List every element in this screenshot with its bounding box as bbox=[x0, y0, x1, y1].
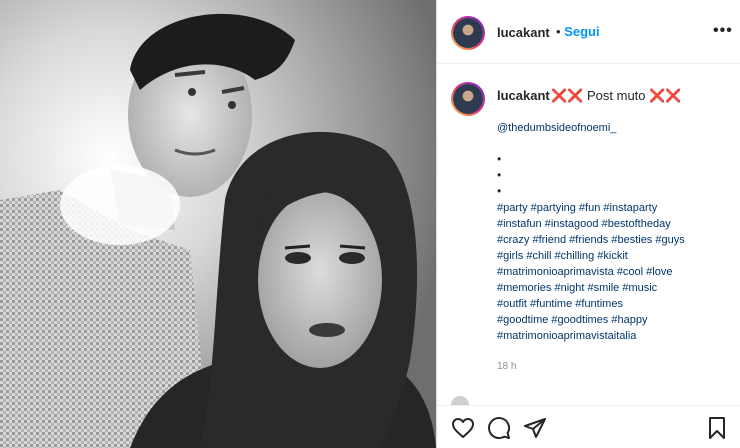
post-image bbox=[0, 0, 436, 448]
hashtag-line[interactable]: #instafun #instagood #bestoftheday bbox=[497, 218, 671, 230]
post-header: lucakant • Segui ••• bbox=[437, 0, 740, 64]
follow-button[interactable]: • Segui bbox=[556, 24, 600, 39]
hashtag-line[interactable]: #party #partying #fun #instaparty bbox=[497, 202, 657, 214]
comment-row bbox=[451, 392, 731, 406]
action-bar bbox=[437, 405, 740, 448]
caption-bullet: • bbox=[497, 184, 502, 198]
follow-label: Segui bbox=[564, 24, 600, 39]
comment-icon[interactable] bbox=[487, 416, 511, 440]
caption-bullet: • bbox=[497, 168, 502, 182]
avatar[interactable] bbox=[451, 16, 485, 50]
hashtag-line[interactable]: #outfit #funtime #funtimes bbox=[497, 298, 623, 310]
heart-icon[interactable] bbox=[451, 416, 475, 440]
header-username[interactable]: lucakant bbox=[497, 25, 550, 40]
post-sidebar: lucakant • Segui ••• lucakant ❌❌ Post mu… bbox=[436, 0, 740, 448]
caption-username[interactable]: lucakant bbox=[497, 88, 550, 103]
bookmark-icon[interactable] bbox=[705, 416, 729, 440]
hashtag-line[interactable]: #memories #night #smile #music bbox=[497, 282, 657, 294]
mention-link[interactable]: @thedumbsideofnoemi_ bbox=[497, 122, 616, 134]
more-options-icon[interactable]: ••• bbox=[713, 22, 733, 40]
post-timestamp[interactable]: 18 h bbox=[497, 361, 516, 372]
hashtag-line[interactable]: #matrimonioaprimavistaitalia bbox=[497, 330, 636, 342]
caption-avatar[interactable] bbox=[451, 82, 485, 116]
hashtag-line[interactable]: #girls #chill #chilling #kickit bbox=[497, 250, 628, 262]
share-icon[interactable] bbox=[523, 416, 547, 440]
caption-bullet: • bbox=[497, 152, 502, 166]
post-photo[interactable] bbox=[0, 0, 436, 448]
hashtag-line[interactable]: #crazy #friend #friends #besties #guys bbox=[497, 234, 685, 246]
hashtag-line[interactable]: #matrimonioaprimavista #cool #love bbox=[497, 266, 672, 278]
separator-dot: • bbox=[556, 24, 561, 39]
caption-text: ❌❌ Post muto ❌❌ bbox=[551, 88, 682, 103]
hashtag-line[interactable]: #goodtime #goodtimes #happy bbox=[497, 314, 647, 326]
